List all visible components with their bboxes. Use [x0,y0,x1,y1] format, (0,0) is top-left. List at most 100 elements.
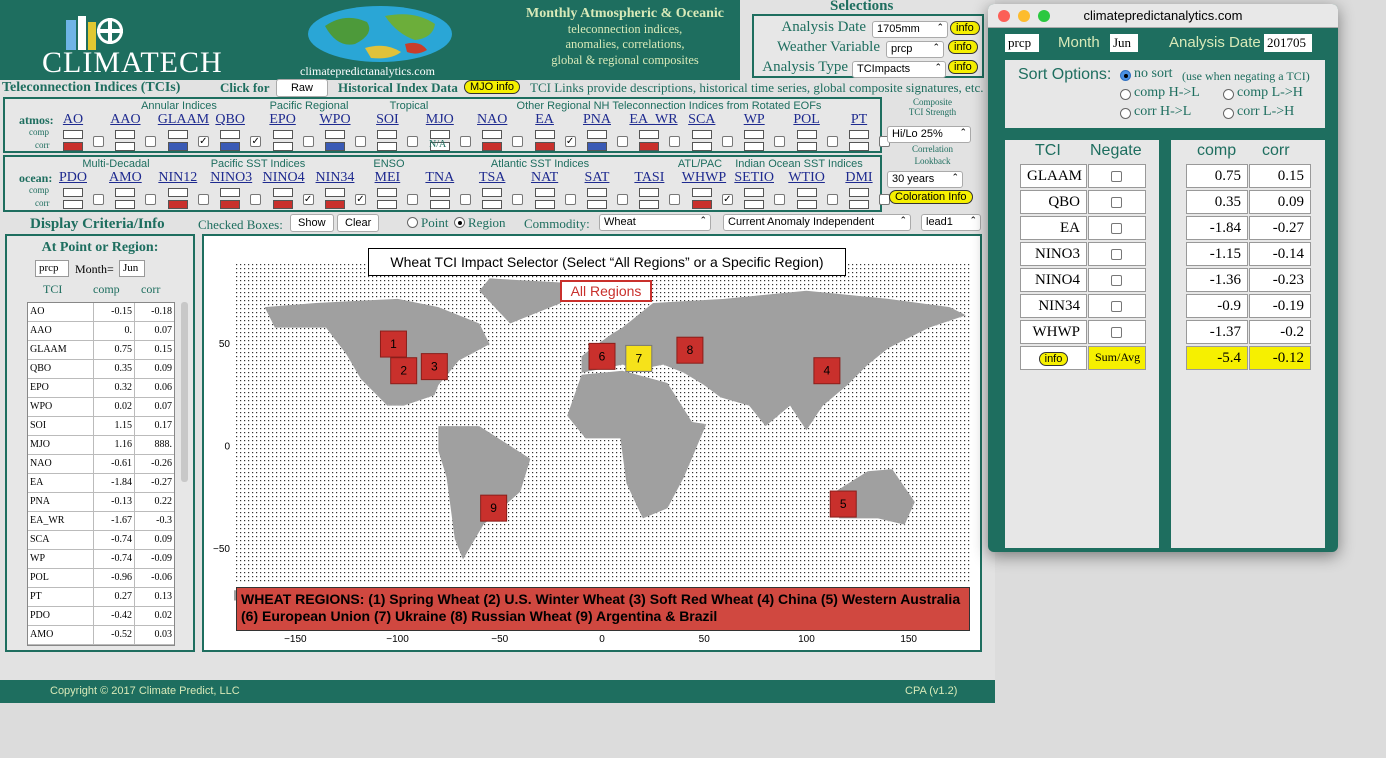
corr-toggle[interactable] [639,200,660,209]
index-link-7[interactable]: MJO [420,112,460,128]
index-link-10[interactable]: SAT [577,170,617,186]
index-link-5[interactable]: NIN34 [315,170,355,186]
sort-comp-lh-radio[interactable] [1223,89,1234,100]
mjo-info-button[interactable]: MJO info [464,80,521,94]
index-link-12[interactable]: SCA [682,112,722,128]
negate-checkbox[interactable] [1111,301,1122,312]
show-button[interactable]: Show [290,214,334,232]
comp-toggle[interactable] [639,130,660,139]
corr-toggle[interactable] [325,200,345,209]
negate-checkbox[interactable] [1111,327,1122,338]
comp-toggle[interactable] [796,130,817,139]
comp-toggle[interactable] [115,188,136,197]
comp-toggle[interactable] [691,188,712,197]
comp-toggle[interactable] [587,188,607,197]
corr-toggle[interactable] [691,200,712,209]
corr-toggle[interactable] [849,142,869,151]
sort-corr-lh-radio[interactable] [1223,108,1234,119]
index-checkbox[interactable] [250,194,262,205]
index-checkbox[interactable]: ✓ [250,136,262,147]
index-checkbox[interactable] [617,194,628,205]
variable-field[interactable]: prcp [35,260,69,277]
index-checkbox[interactable] [826,194,838,205]
month-field[interactable]: Jun [119,260,145,277]
comp-toggle[interactable] [220,130,241,139]
comp-toggle[interactable] [325,188,345,197]
comp-toggle[interactable] [63,130,83,139]
index-checkbox[interactable]: ✓ [564,136,576,147]
negate-checkbox[interactable] [1111,249,1122,260]
comp-toggle[interactable] [220,188,241,197]
zoom-window-icon[interactable] [1038,10,1050,22]
comp-toggle[interactable] [744,188,765,197]
comp-toggle[interactable] [587,130,607,139]
comp-toggle[interactable] [691,130,712,139]
index-link-11[interactable]: TASI [629,170,669,186]
analysis-type-info-button[interactable]: info [948,60,978,74]
negate-checkbox[interactable] [1111,275,1122,286]
index-link-0[interactable]: PDO [53,170,93,186]
corr-toggle[interactable] [482,200,503,209]
corr-toggle[interactable] [272,200,293,209]
comp-toggle[interactable] [325,130,345,139]
index-link-15[interactable]: PT [839,112,879,128]
commodity-select[interactable]: Wheat [599,214,711,231]
corr-toggle[interactable] [587,200,607,209]
comp-toggle[interactable] [744,130,765,139]
comp-toggle[interactable] [849,188,869,197]
corr-toggle[interactable] [377,200,398,209]
index-checkbox[interactable] [564,194,576,205]
index-link-1[interactable]: AMO [105,170,145,186]
index-checkbox[interactable] [145,136,157,147]
corr-toggle[interactable] [377,142,398,151]
popup-info-button[interactable]: info [1038,352,1069,366]
index-link-6[interactable]: MEI [367,170,407,186]
negate-checkbox[interactable] [1111,171,1122,182]
comp-toggle[interactable] [272,188,293,197]
index-checkbox[interactable] [774,136,786,147]
corr-toggle[interactable] [325,142,345,151]
index-link-1[interactable]: AAO [105,112,145,128]
analysis-date-select[interactable]: 1705mm [872,21,948,38]
index-checkbox[interactable] [669,194,681,205]
index-checkbox[interactable] [826,136,838,147]
corr-toggle[interactable] [796,200,817,209]
index-link-0[interactable]: AO [53,112,93,128]
index-link-11[interactable]: EA_WR [629,112,677,128]
weather-variable-select[interactable]: prcp [886,41,944,58]
comp-toggle[interactable] [849,130,869,139]
index-link-9[interactable]: EA [525,112,565,128]
corr-toggle[interactable] [534,200,555,209]
index-link-14[interactable]: POL [787,112,827,128]
index-link-8[interactable]: TSA [472,170,512,186]
analysis-date-info-button[interactable]: info [950,21,980,35]
index-link-2[interactable]: GLAAM [158,112,209,128]
comp-toggle[interactable] [115,130,136,139]
comp-toggle[interactable] [429,188,450,197]
corr-toggle[interactable] [115,142,136,151]
corr-toggle[interactable] [220,200,241,209]
historical-index-link[interactable]: Historical Index Data [338,80,458,96]
corr-toggle[interactable] [744,142,765,151]
comp-toggle[interactable] [639,188,660,197]
comp-toggle[interactable] [534,188,555,197]
index-checkbox[interactable] [512,194,524,205]
region-radio[interactable] [454,217,465,228]
index-checkbox[interactable] [197,194,209,205]
index-checkbox[interactable] [459,136,471,147]
popup-month-field[interactable]: Jun [1110,34,1138,52]
weather-variable-info-button[interactable]: info [948,40,978,54]
index-link-6[interactable]: SOI [367,112,407,128]
sort-corr-hl-radio[interactable] [1120,108,1131,119]
index-link-4[interactable]: EPO [263,112,303,128]
index-checkbox[interactable]: ✓ [302,194,314,205]
coloration-info-button[interactable]: Coloration Info [889,190,973,204]
index-checkbox[interactable] [407,194,419,205]
index-link-12[interactable]: WHWP [682,170,726,186]
popup-variable-field[interactable]: prcp [1005,34,1039,52]
corr-toggle[interactable] [691,142,712,151]
corr-toggle[interactable] [429,200,450,209]
index-checkbox[interactable] [512,136,524,147]
close-window-icon[interactable] [998,10,1010,22]
corr-toggle[interactable] [849,200,869,209]
